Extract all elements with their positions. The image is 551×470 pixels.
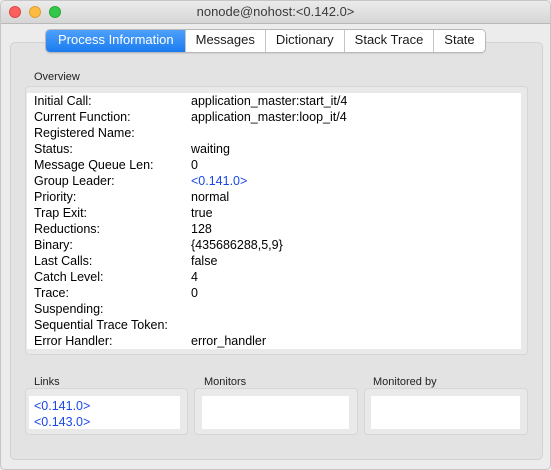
- overview-key: Last Calls:: [34, 254, 93, 268]
- tab-messages[interactable]: Messages: [184, 30, 265, 52]
- overview-value: 0: [191, 286, 198, 300]
- link-item[interactable]: <0.141.0>: [34, 398, 90, 414]
- overview-row-trap-exit: Trap Exit: true: [27, 205, 521, 221]
- overview-row-initial-call: Initial Call: application_master:start_i…: [27, 93, 521, 109]
- minimize-window-button[interactable]: [29, 6, 41, 18]
- overview-row-message-queue-len: Message Queue Len: 0: [27, 157, 521, 173]
- monitors-label: Monitors: [204, 376, 247, 388]
- overview-row-last-calls: Last Calls: false: [27, 253, 521, 269]
- overview-key: Catch Level:: [34, 270, 104, 284]
- overview-table: Initial Call: application_master:start_i…: [27, 93, 521, 349]
- overview-key: Trap Exit:: [34, 206, 88, 220]
- overview-key: Current Function:: [34, 110, 131, 124]
- overview-key: Reductions:: [34, 222, 101, 236]
- title-bar: nonode@nohost:<0.142.0>: [1, 1, 550, 24]
- overview-row-group-leader: Group Leader: <0.141.0>: [27, 173, 521, 189]
- overview-row-sequential-trace-token: Sequential Trace Token:: [27, 317, 521, 333]
- overview-value: {435686288,5,9}: [191, 238, 283, 252]
- overview-value: 128: [191, 222, 212, 236]
- group-leader-link[interactable]: <0.141.0>: [191, 173, 247, 189]
- overview-key: Binary:: [34, 238, 73, 252]
- overview-value: false: [191, 254, 218, 268]
- overview-key: Trace:: [34, 286, 69, 300]
- overview-row-binary: Binary: {435686288,5,9}: [27, 237, 521, 253]
- overview-value: waiting: [191, 142, 230, 156]
- links-label: Links: [34, 376, 60, 388]
- tab-bar: Process Information Messages Dictionary …: [45, 29, 486, 53]
- overview-row-registered-name: Registered Name:: [27, 125, 521, 141]
- overview-key: Message Queue Len:: [34, 158, 154, 172]
- tab-state[interactable]: State: [433, 30, 485, 52]
- monitored-by-list: [371, 396, 520, 429]
- overview-key: Initial Call:: [34, 94, 92, 108]
- overview-row-status: Status: waiting: [27, 141, 521, 157]
- window-title: nonode@nohost:<0.142.0>: [196, 4, 355, 19]
- link-item[interactable]: <0.143.0>: [34, 414, 90, 430]
- overview-value: error_handler: [191, 334, 267, 348]
- overview-key: Error Handler:: [34, 334, 113, 348]
- overview-label: Overview: [34, 71, 80, 83]
- overview-value: true: [191, 206, 213, 220]
- overview-row-trace: Trace: 0: [27, 285, 521, 301]
- tab-process-information[interactable]: Process Information: [46, 30, 185, 52]
- tab-dictionary[interactable]: Dictionary: [264, 30, 344, 52]
- overview-row-current-function: Current Function: application_master:loo…: [27, 109, 521, 125]
- overview-key: Registered Name:: [34, 126, 135, 140]
- overview-row-error-handler: Error Handler: error_handler: [27, 333, 521, 349]
- monitors-list: [202, 396, 349, 429]
- overview-value: 0: [191, 158, 198, 172]
- tab-stack-trace[interactable]: Stack Trace: [343, 30, 434, 52]
- overview-value: application_master:start_it/4: [191, 94, 348, 108]
- overview-key: Priority:: [34, 190, 77, 204]
- window: nonode@nohost:<0.142.0> Process Informat…: [0, 0, 551, 470]
- close-window-button[interactable]: [9, 6, 21, 18]
- links-list: <0.141.0> <0.143.0>: [29, 396, 180, 429]
- overview-row-catch-level: Catch Level: 4: [27, 269, 521, 285]
- maximize-window-button[interactable]: [49, 6, 61, 18]
- overview-row-reductions: Reductions: 128: [27, 221, 521, 237]
- overview-row-suspending: Suspending:: [27, 301, 521, 317]
- overview-value: application_master:loop_it/4: [191, 110, 347, 124]
- overview-value: 4: [191, 270, 198, 284]
- monitored-by-label: Monitored by: [373, 376, 437, 388]
- overview-key: Group Leader:: [34, 174, 115, 188]
- overview-key: Sequential Trace Token:: [34, 318, 168, 332]
- overview-row-priority: Priority: normal: [27, 189, 521, 205]
- overview-key: Status:: [34, 142, 73, 156]
- overview-key: Suspending:: [34, 302, 104, 316]
- overview-value: normal: [191, 190, 230, 204]
